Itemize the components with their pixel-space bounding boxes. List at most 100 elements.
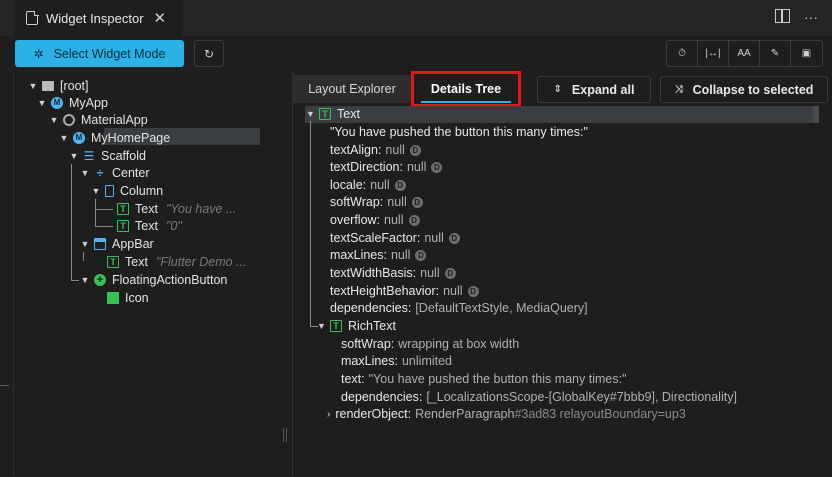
prop-key: text: [341, 372, 365, 386]
tree-node-label: Center [112, 165, 150, 180]
detail-node-text[interactable]: ▼ T Text [306, 105, 360, 123]
prop-row[interactable]: textWidthBasis: null D [330, 264, 456, 282]
prop-row[interactable]: maxLines: null D [330, 246, 427, 264]
tab-widget-inspector[interactable]: Widget Inspector ✕ [14, 0, 182, 36]
expand-icon: ⇕ [553, 84, 562, 95]
tab-layout-explorer[interactable]: Layout Explorer [292, 75, 412, 103]
chevron-down-icon[interactable]: ▼ [59, 133, 69, 143]
tree-node-floatingactionbutton[interactable]: ▼ + FloatingActionButton [80, 271, 228, 288]
baselines-icon[interactable]: AA [729, 41, 760, 66]
chevron-down-icon[interactable]: ▼ [49, 115, 59, 125]
detail-node-renderobject[interactable]: › renderObject: RenderParagraph #3ad83 rel… [327, 405, 686, 423]
expand-all-button[interactable]: ⇕ Expand all [537, 76, 651, 103]
text-widget-icon: T [107, 255, 119, 268]
chevron-down-icon[interactable]: ▼ [317, 321, 327, 331]
stateless-widget-icon: M [51, 96, 63, 109]
expand-all-label: Expand all [571, 82, 635, 97]
prop-key: maxLines: [341, 354, 398, 368]
prop-row[interactable]: dependencies: [_LocalizationsScope-[Globa… [341, 388, 737, 406]
repaint-rainbow-icon[interactable]: ✎ [760, 41, 791, 66]
split-editor-icon[interactable] [775, 9, 790, 23]
panel-splitter-handle[interactable] [282, 428, 288, 442]
prop-row[interactable]: text: "You have pushed the button this ma… [341, 370, 627, 388]
prop-value: null [384, 213, 404, 227]
tree-node-column[interactable]: ▼ Column [91, 182, 164, 199]
tree-node-center[interactable]: ▼ ÷ Center [80, 164, 150, 181]
tree-node-label: Scaffold [101, 148, 146, 163]
material-app-icon [63, 113, 75, 126]
prop-row[interactable]: locale: null D [330, 176, 406, 194]
tab-label: Layout Explorer [308, 82, 396, 96]
slow-animations-icon[interactable]: ⏱ [667, 41, 698, 66]
chevron-down-icon[interactable]: ▼ [80, 275, 90, 285]
select-widget-mode-button[interactable]: ✲ Select Widget Mode [15, 40, 184, 67]
tree-node-icon[interactable]: Icon [107, 289, 149, 306]
detail-text-value: "You have pushed the button this many ti… [330, 123, 588, 141]
chevron-down-icon[interactable]: ▼ [91, 186, 101, 196]
text-widget-icon: T [117, 202, 129, 215]
chevron-down-icon[interactable]: ▼ [80, 168, 90, 178]
tree-node-materialapp[interactable]: ▼ MaterialApp [49, 111, 148, 128]
prop-value: RenderParagraph [415, 407, 515, 421]
detail-node-label: RichText [348, 319, 396, 333]
prop-row[interactable]: textScaleFactor: null D [330, 229, 460, 247]
prop-value: null [424, 231, 444, 245]
prop-row[interactable]: textDirection: null D [330, 158, 443, 176]
tree-node-text[interactable]: T Text "Flutter Demo ... [107, 253, 247, 270]
more-actions-icon[interactable]: ··· [804, 9, 818, 25]
detail-node-richtext[interactable]: ▼ T RichText [317, 317, 396, 335]
fab-icon: + [94, 273, 106, 286]
refresh-button[interactable]: ↻ [194, 40, 224, 67]
prop-value: null [370, 178, 390, 192]
prop-key: locale: [330, 178, 367, 192]
prop-key: maxLines: [330, 248, 387, 262]
chevron-down-icon[interactable]: ▼ [306, 109, 316, 119]
prop-row[interactable]: textHeightBehavior: null D [330, 282, 479, 300]
tree-guide [71, 280, 79, 281]
close-icon[interactable]: ✕ [154, 9, 167, 27]
chevron-down-icon[interactable]: ▼ [28, 81, 38, 91]
highlight-annotation-box [411, 71, 521, 107]
prop-row[interactable]: overflow: null D [330, 211, 420, 229]
prop-key: textHeightBehavior: [330, 284, 440, 298]
tree-node-description: "Flutter Demo ... [155, 254, 247, 269]
default-badge-icon: D [431, 161, 443, 173]
chevron-down-icon[interactable]: ▼ [80, 239, 90, 249]
tab-details-tree[interactable]: Details Tree [411, 71, 521, 107]
collapse-to-selected-button[interactable]: ⤨ Collapse to selected [660, 76, 828, 103]
prop-value: unlimited [401, 354, 453, 368]
tree-guide [95, 226, 113, 227]
guidelines-icon[interactable]: |↔| [698, 41, 729, 66]
overlay-toggle-group: ⏱ |↔| AA ✎ ▣ [666, 40, 823, 67]
prop-row[interactable]: maxLines: unlimited [341, 352, 452, 370]
prop-value: null [443, 284, 463, 298]
chevron-down-icon[interactable]: ▼ [37, 98, 47, 108]
tree-node-label: [root] [60, 78, 89, 93]
prop-key: softWrap: [330, 195, 384, 209]
prop-row[interactable]: dependencies: [DefaultTextStyle, MediaQue… [330, 299, 588, 317]
select-widget-mode-label: Select Widget Mode [53, 46, 166, 61]
prop-row[interactable]: softWrap: wrapping at box width [341, 335, 519, 353]
tree-node-scaffold[interactable]: ▼ ☰ Scaffold [69, 147, 146, 164]
tree-node-label: AppBar [112, 236, 154, 251]
prop-row[interactable]: textAlign: null D [330, 141, 421, 159]
gutter-mark [0, 385, 9, 386]
tree-node-text[interactable]: T Text "0" [117, 217, 182, 234]
prop-value: "You have pushed the button this many ti… [368, 372, 627, 386]
scrollbar-thumb[interactable] [813, 106, 819, 123]
prop-key: textAlign: [330, 143, 382, 157]
prop-value: [DefaultTextStyle, MediaQuery] [415, 301, 588, 315]
tree-node-text-selected[interactable]: T Text "You have ... [117, 200, 236, 217]
tree-node-myhomepage[interactable]: ▼ M MyHomePage [59, 129, 171, 146]
tree-node-label: Icon [125, 290, 149, 305]
tab-title: Widget Inspector [46, 10, 144, 26]
stateful-widget-icon: M [73, 131, 85, 144]
invert-oversized-images-icon[interactable]: ▣ [791, 41, 822, 66]
text-widget-icon: T [330, 320, 342, 332]
chevron-down-icon[interactable]: ▼ [69, 151, 79, 161]
tree-node-root[interactable]: ▼ [root] [28, 77, 89, 94]
tree-node-myapp[interactable]: ▼ M MyApp [37, 94, 108, 111]
tree-node-appbar[interactable]: ▼ AppBar [80, 235, 154, 252]
chevron-right-icon[interactable]: › [327, 409, 330, 420]
prop-row[interactable]: softWrap: null D [330, 193, 423, 211]
